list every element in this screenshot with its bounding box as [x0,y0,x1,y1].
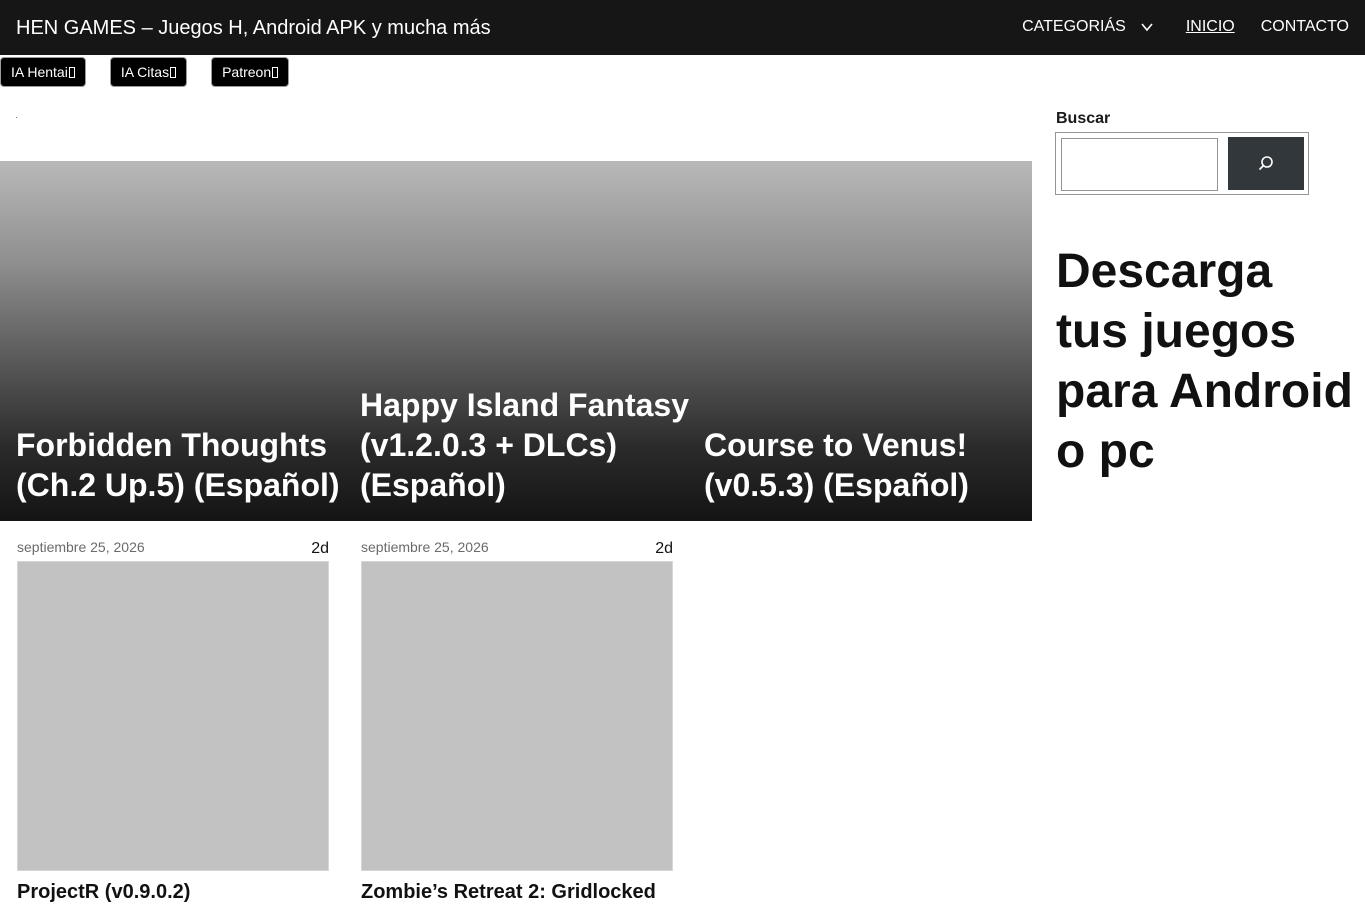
post-card: septiembre 25, 2026 2d ProjectR (v0.9.0.… [17,537,329,904]
ia-citas-button[interactable]: IA Citas [109,57,188,87]
search-label: Buscar [1056,110,1111,127]
nav-categories[interactable]: CATEGORIÁS [1022,18,1186,36]
featured-post[interactable]: Happy Island Fantasy (v1.2.0.3 + DLCs) (… [360,385,690,505]
external-link-icon [272,67,279,78]
promo-buttons: IA Hentai IA Citas Patreon [0,57,290,87]
featured-post[interactable]: Course to Venus! (v0.5.3) (Español) [704,425,1032,505]
patreon-button[interactable]: Patreon [211,57,290,87]
post-thumbnail[interactable] [361,561,673,871]
post-date: septiembre 25, 2026 [361,539,489,555]
post-card: septiembre 25, 2026 2d Zombie’s Retreat … [361,537,673,904]
ia-hentai-button[interactable]: IA Hentai [0,57,86,87]
patreon-label: Patreon [222,64,272,80]
search-input[interactable] [1061,138,1218,191]
post-meta: septiembre 25, 2026 2d [361,537,673,561]
featured-post-title[interactable]: Course to Venus! (v0.5.3) (Español) [704,425,1032,505]
post-title[interactable]: ProjectR (v0.9.0.2) [17,881,329,904]
search-form [1055,132,1309,195]
post-thumbnail[interactable] [17,561,329,871]
site-title[interactable]: HEN GAMES – Juegos H, Android APK y much… [16,17,491,40]
ia-hentai-label: IA Hentai [11,64,68,80]
ia-citas-label: IA Citas [120,64,170,80]
nav-contact-link[interactable]: CONTACTO [1261,18,1349,36]
post-age: 2d [655,540,673,557]
divider-dot [16,117,17,118]
nav-home-link[interactable]: INICIO [1186,18,1235,36]
chevron-down-icon[interactable] [1140,20,1154,34]
featured-post-title[interactable]: Happy Island Fantasy (v1.2.0.3 + DLCs) (… [360,385,690,505]
featured-post[interactable]: Forbidden Thoughts (Ch.2 Up.5) (Español) [16,425,346,505]
main-nav: CATEGORIÁS INICIO CONTACTO [1022,18,1349,36]
sidebar-tagline: Descarga tus juegos para Android o pc [1056,245,1353,478]
nav-categories-label[interactable]: CATEGORIÁS [1022,18,1126,36]
featured-post-title[interactable]: Forbidden Thoughts (Ch.2 Up.5) (Español) [16,425,346,505]
post-meta: septiembre 25, 2026 2d [17,537,329,561]
search-button[interactable] [1228,137,1304,190]
external-link-icon [68,67,75,78]
featured-posts: Forbidden Thoughts (Ch.2 Up.5) (Español)… [0,161,1032,521]
search-icon [1258,155,1273,170]
post-age: 2d [311,540,329,557]
post-date: septiembre 25, 2026 [17,539,145,555]
post-title[interactable]: Zombie’s Retreat 2: Gridlocked [361,881,673,904]
site-header: HEN GAMES – Juegos H, Android APK y much… [0,0,1365,55]
external-link-icon [170,67,177,78]
